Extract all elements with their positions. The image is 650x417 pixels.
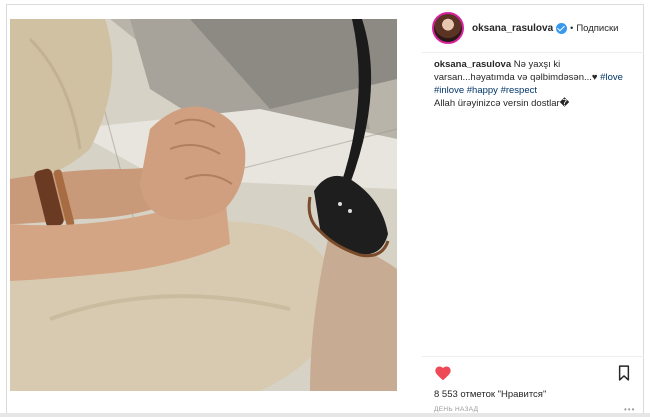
post-photo-image [10,19,397,391]
username-link[interactable]: oksana_rasulova [472,23,553,34]
post-photo[interactable] [10,19,397,391]
post-caption: oksana_rasulova Nə yaxşı ki varsan...həy… [434,58,640,110]
caption-second-line: Allah ürəyinizcə versin dostlar� [434,98,570,109]
following-button[interactable]: Подписки [576,23,618,34]
bookmark-icon[interactable] [618,365,630,381]
post-header: oksana_rasulova • Подписки [422,4,644,52]
header-divider [422,52,644,53]
separator-dot: • [570,23,574,33]
heart-icon[interactable] [434,365,452,381]
verified-badge-icon [556,22,568,34]
hashtag-link[interactable]: #love [600,72,623,83]
post-side-panel: oksana_rasulova • Подписки oksana_rasulo… [422,4,644,414]
hashtag-link[interactable]: #inlove [434,85,464,96]
likes-count[interactable]: 8 553 отметок "Нравится" [434,389,546,400]
post-timestamp[interactable]: ДЕНЬ НАЗАД [434,406,478,413]
actions-divider [422,356,644,357]
caption-username-link[interactable]: oksana_rasulova [434,59,511,70]
hashtag-link[interactable]: #happy [467,85,498,96]
more-options-icon[interactable]: ••• [624,405,635,414]
page-bottom-edge [0,413,650,417]
hashtag-link[interactable]: #respect [501,85,537,96]
avatar[interactable] [432,12,464,44]
